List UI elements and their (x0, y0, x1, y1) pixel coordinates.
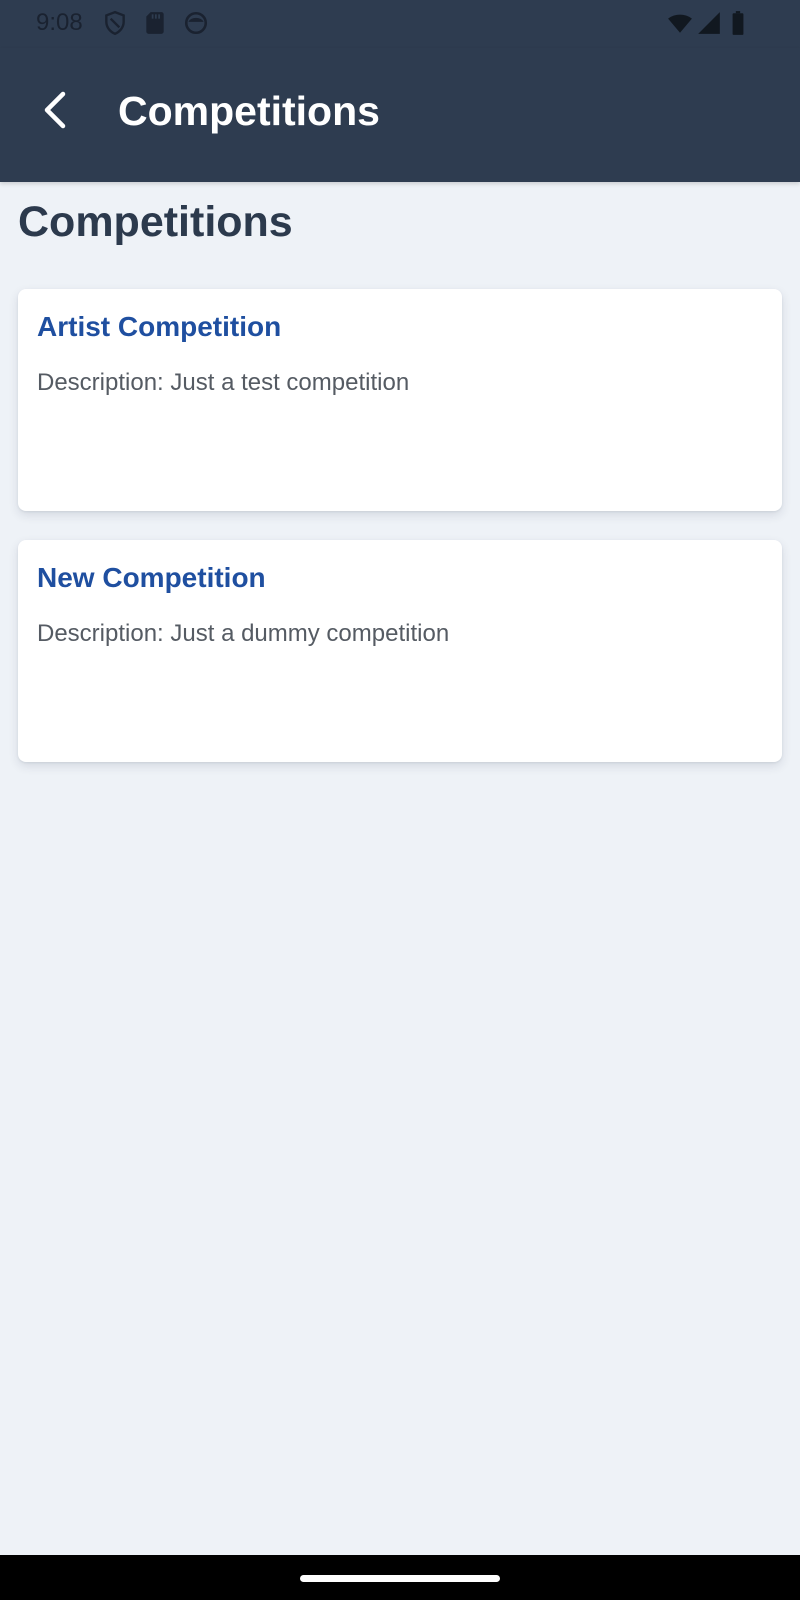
competition-description: Description: Just a dummy competition (37, 620, 450, 647)
competition-description: Description: Just a test competition (37, 369, 410, 396)
status-bar: 9:08 (0, 0, 800, 48)
competition-title: New Competition (37, 562, 266, 593)
chevron-left-icon (39, 90, 73, 135)
app-bar-title: Competitions (118, 88, 380, 134)
competition-card[interactable]: New Competition Description: Just a dumm… (18, 540, 782, 762)
page-title: Competitions (18, 198, 293, 246)
battery-icon (730, 10, 756, 36)
system-nav-bar (0, 1555, 800, 1600)
wifi-icon (666, 10, 692, 36)
sd-card-icon (142, 10, 168, 36)
status-time: 9:08 (36, 9, 83, 36)
home-handle[interactable] (300, 1575, 500, 1582)
signal-icon (696, 10, 722, 36)
competition-title: Artist Competition (37, 311, 282, 342)
screen: 9:08 Competitions Competitions Artist Co… (0, 0, 800, 1600)
app-bar: Competitions (0, 48, 800, 182)
back-button[interactable] (28, 84, 84, 140)
shield-icon (102, 10, 128, 36)
competition-card[interactable]: Artist Competition Description: Just a t… (18, 289, 782, 511)
face-icon (183, 10, 209, 36)
